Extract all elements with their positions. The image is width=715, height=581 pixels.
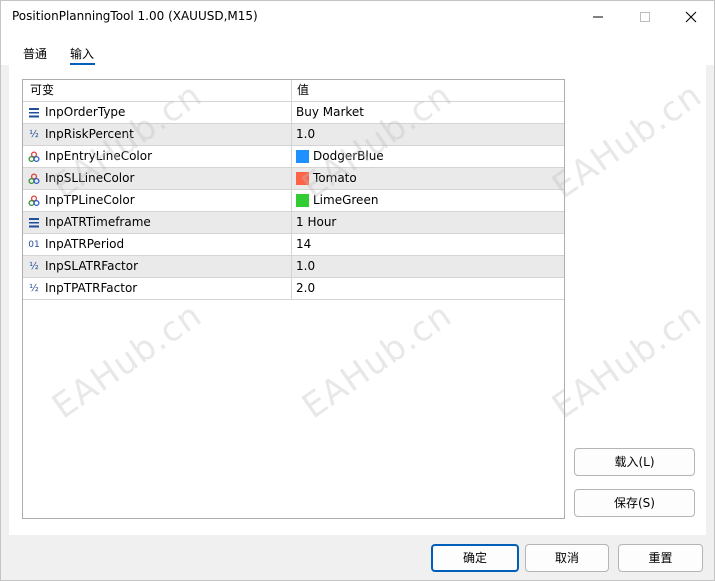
enum-icon	[27, 212, 41, 233]
color-icon	[27, 146, 41, 167]
row-variable-cell[interactable]: ½ InpRiskPercent	[23, 124, 292, 145]
row-value-cell[interactable]: 2.0	[292, 278, 564, 299]
variable-name: InpSLLineColor	[45, 171, 135, 185]
variable-name: InpOrderType	[45, 105, 126, 119]
variable-name: InpTPLineColor	[45, 193, 135, 207]
maximize-icon	[640, 12, 650, 22]
variable-value: 1.0	[296, 259, 316, 273]
integer-icon: 01	[28, 240, 40, 250]
tab-bar: 普通 输入	[1, 33, 714, 65]
row-value-cell[interactable]: 1 Hour	[292, 212, 564, 233]
row-variable-cell[interactable]: InpSLLineColor	[23, 168, 292, 189]
variable-value: 1.0	[296, 127, 316, 141]
variable-value: LimeGreen	[313, 193, 379, 207]
cancel-button[interactable]: 取消	[525, 544, 609, 572]
enum-icon	[27, 102, 41, 123]
row-value-cell[interactable]: 1.0	[292, 256, 564, 277]
table-row[interactable]: InpATRTimeframe 1 Hour	[23, 212, 564, 234]
row-value-cell[interactable]: DodgerBlue	[292, 146, 564, 167]
variable-name: InpSLATRFactor	[45, 259, 139, 273]
row-value-cell[interactable]: Buy Market	[292, 102, 564, 123]
table-row[interactable]: InpEntryLineColor DodgerBlue	[23, 146, 564, 168]
window-title: PositionPlanningTool 1.00 (XAUUSD,M15)	[12, 9, 258, 23]
row-variable-cell[interactable]: InpEntryLineColor	[23, 146, 292, 167]
minimize-icon	[593, 16, 603, 18]
variable-name: InpTPATRFactor	[45, 281, 138, 295]
color-swatch	[296, 150, 309, 163]
variable-value: Tomato	[313, 171, 357, 185]
row-variable-cell[interactable]: InpTPLineColor	[23, 190, 292, 211]
row-variable-cell[interactable]: 01 InpATRPeriod	[23, 234, 292, 255]
variable-value: Buy Market	[296, 105, 365, 119]
tab-inputs[interactable]: 输入	[70, 45, 94, 62]
table-row[interactable]: ½ InpRiskPercent 1.0	[23, 124, 564, 146]
row-value-cell[interactable]: Tomato	[292, 168, 564, 189]
close-button[interactable]	[668, 1, 714, 33]
reset-button[interactable]: 重置	[618, 544, 703, 572]
row-value-cell[interactable]: 1.0	[292, 124, 564, 145]
maximize-button[interactable]	[622, 1, 668, 33]
color-icon	[27, 168, 41, 189]
load-button[interactable]: 载入(L)	[574, 448, 695, 476]
color-icon	[27, 190, 41, 211]
fraction-icon: ½	[29, 129, 39, 140]
fraction-icon: ½	[29, 283, 39, 294]
row-value-cell[interactable]: 14	[292, 234, 564, 255]
variable-name: InpATRPeriod	[45, 237, 125, 251]
table-row[interactable]: 01 InpATRPeriod 14	[23, 234, 564, 256]
table-row[interactable]: ½ InpTPATRFactor 2.0	[23, 278, 564, 300]
save-button[interactable]: 保存(S)	[574, 489, 695, 517]
color-swatch	[296, 172, 309, 185]
row-value-cell[interactable]: LimeGreen	[292, 190, 564, 211]
close-icon	[685, 11, 697, 23]
header-value[interactable]: 值	[292, 80, 564, 101]
variable-name: InpRiskPercent	[45, 127, 134, 141]
color-swatch	[296, 194, 309, 207]
table-row[interactable]: InpTPLineColor LimeGreen	[23, 190, 564, 212]
variable-value: 2.0	[296, 281, 316, 295]
row-variable-cell[interactable]: ½ InpTPATRFactor	[23, 278, 292, 299]
ok-button[interactable]: 确定	[431, 544, 519, 572]
minimize-button[interactable]	[575, 1, 621, 33]
grid-header: 可变 值	[23, 80, 564, 102]
tab-general[interactable]: 普通	[23, 45, 47, 62]
fraction-icon: ½	[29, 261, 39, 272]
row-variable-cell[interactable]: InpOrderType	[23, 102, 292, 123]
variable-value: 1 Hour	[296, 215, 337, 229]
table-row[interactable]: InpSLLineColor Tomato	[23, 168, 564, 190]
table-row[interactable]: ½ InpSLATRFactor 1.0	[23, 256, 564, 278]
header-variable[interactable]: 可变	[23, 80, 292, 101]
row-variable-cell[interactable]: ½ InpSLATRFactor	[23, 256, 292, 277]
table-row[interactable]: InpOrderType Buy Market	[23, 102, 564, 124]
row-variable-cell[interactable]: InpATRTimeframe	[23, 212, 292, 233]
variable-name: InpEntryLineColor	[45, 149, 153, 163]
variable-value: DodgerBlue	[313, 149, 384, 163]
title-bar: PositionPlanningTool 1.00 (XAUUSD,M15)	[1, 1, 714, 33]
inputs-grid: 可变 值 InpOrderType Buy Market ½ InpRiskPerce…	[22, 79, 565, 519]
variable-name: InpATRTimeframe	[45, 215, 151, 229]
dialog-window: PositionPlanningTool 1.00 (XAUUSD,M15) 普…	[0, 0, 715, 581]
variable-value: 14	[296, 237, 312, 251]
